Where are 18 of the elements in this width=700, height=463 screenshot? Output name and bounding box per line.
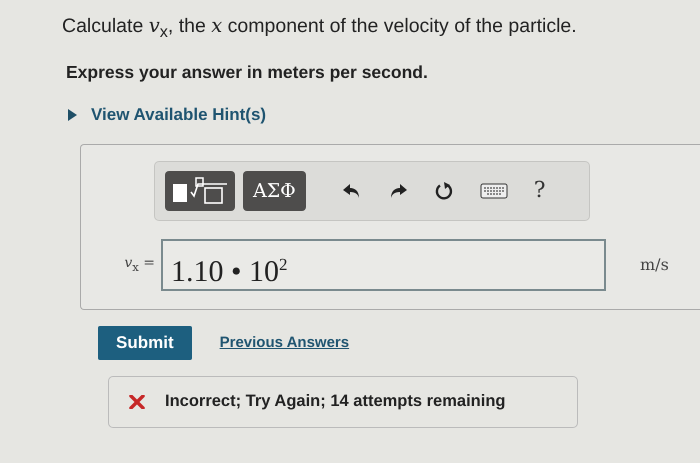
undo-icon[interactable]: [342, 182, 362, 200]
reset-icon[interactable]: [434, 180, 454, 201]
feedback-message: Incorrect; Try Again; 14 attempts remaining: [165, 392, 506, 412]
keyboard-icon[interactable]: [480, 182, 508, 199]
previous-answers-link[interactable]: Previous Answers: [220, 334, 350, 352]
triangle-icon: [67, 108, 77, 121]
templates-icon: [171, 176, 229, 206]
help-button[interactable]: ?: [534, 178, 546, 204]
answer-field[interactable]: 1.10 • 10$^{2}$: [161, 238, 606, 291]
variable-label: v$_{x}$ =: [123, 255, 156, 274]
question-text: Calculate v$_{x}$, the x component of the velocity of the particle.: [62, 14, 578, 42]
instruction-text: Express your answer in meters per second.: [66, 62, 429, 83]
templates-button[interactable]: [165, 170, 235, 211]
symbols-button[interactable]: ΑΣΦ: [243, 170, 306, 211]
unit-label: m/s: [640, 255, 669, 274]
submit-button[interactable]: Submit: [98, 326, 192, 360]
hint-toggle[interactable]: View Available Hint(s): [67, 104, 266, 125]
cross-icon: [129, 394, 145, 409]
